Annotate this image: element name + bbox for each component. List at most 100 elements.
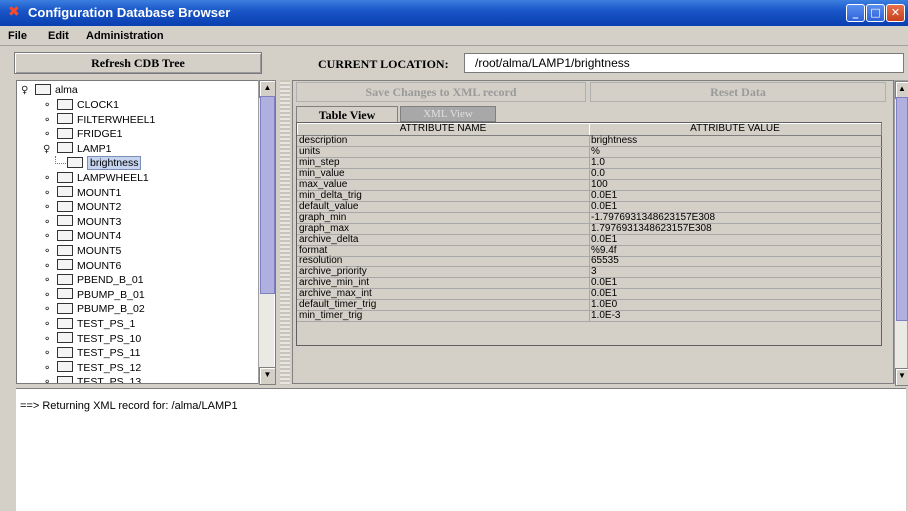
attribute-value-cell[interactable]: 0.0 (589, 168, 881, 179)
attribute-name-cell[interactable]: description (297, 136, 590, 146)
attribute-value-cell[interactable]: 0.0E1 (589, 201, 881, 212)
collapsed-node-icon[interactable]: ⚬ (43, 318, 57, 332)
right-scrollbar[interactable]: ▲ ▼ (894, 80, 908, 386)
table-row[interactable]: archive_max_int 0.0E1 (297, 289, 883, 301)
table-row[interactable]: max_value 100 (297, 179, 883, 191)
table-row[interactable]: description brightness (297, 136, 883, 147)
attribute-value-cell[interactable]: -1.7976931348623157E308 (589, 212, 881, 223)
collapsed-node-icon[interactable]: ⚬ (43, 303, 57, 317)
collapsed-node-icon[interactable]: ⚬ (43, 347, 57, 361)
collapsed-node-icon[interactable]: ⚬ (43, 201, 57, 215)
menu-edit[interactable]: Edit (48, 30, 69, 42)
table-row[interactable]: graph_min -1.7976931348623157E308 (297, 212, 883, 224)
expanded-node-icon[interactable]: ♀ (43, 143, 57, 157)
split-pane-divider[interactable] (280, 80, 290, 385)
attribute-value-cell[interactable]: 1.0E0 (589, 300, 881, 310)
tab-xml-view[interactable]: XML View (400, 106, 496, 122)
attribute-value-cell[interactable]: % (589, 146, 881, 157)
table-row[interactable]: min_delta_trig 0.0E1 (297, 190, 883, 202)
tree-item[interactable]: ♀ LAMP1 (43, 142, 111, 157)
attribute-value-cell[interactable]: 0.0E1 (589, 278, 881, 288)
scroll-thumb[interactable] (260, 96, 275, 294)
attribute-value-cell[interactable]: 1.0 (589, 157, 881, 168)
attribute-name-cell[interactable]: default_timer_trig (297, 300, 590, 311)
scroll-thumb[interactable] (896, 97, 908, 321)
table-row[interactable]: format %9.4f (297, 245, 883, 257)
tree-item[interactable]: ⚬ PBUMP_B_01 (43, 288, 145, 303)
attribute-value-cell[interactable]: 0.0E1 (589, 190, 881, 201)
tree-item[interactable]: ⚬ FRIDGE1 (43, 127, 123, 142)
table-row[interactable]: archive_priority 3 (297, 267, 883, 279)
attribute-name-cell[interactable]: archive_priority (297, 267, 590, 278)
tree-item[interactable]: ⚬ PBEND_B_01 (43, 273, 144, 288)
cdb-tree[interactable]: ♀ alma ⚬ CLOCK1 ⚬ FILTERWHEEL1 ⚬ FRIDGE1 ♀ LAMP1… (16, 80, 276, 384)
close-button[interactable]: ✕ (886, 4, 905, 22)
reset-data-button[interactable]: Reset Data (590, 82, 886, 102)
table-row[interactable]: units% (297, 146, 883, 158)
tree-item[interactable]: ⚬ MOUNT6 (43, 259, 121, 274)
tree-item[interactable]: ⚬ LAMPWHEEL1 (43, 171, 149, 186)
tree-item[interactable]: ⚬ TEST_PS_10 (43, 332, 141, 347)
tree-item[interactable]: ⚬ MOUNT5 (43, 244, 121, 259)
attribute-value-cell[interactable]: 1.7976931348623157E308 (589, 223, 881, 234)
attribute-name-cell[interactable]: resolution (297, 256, 590, 267)
tree-item[interactable]: ⚬ CLOCK1 (43, 98, 119, 113)
tree-item[interactable]: ⚬ PBUMP_B_02 (43, 302, 145, 317)
attribute-name-cell[interactable]: min_timer_trig (297, 311, 590, 322)
menu-file[interactable]: File (8, 30, 27, 42)
collapsed-node-icon[interactable]: ⚬ (43, 128, 57, 142)
expanded-node-icon[interactable]: ♀ (21, 84, 35, 98)
tree-scrollbar[interactable]: ▲ ▼ (258, 80, 276, 385)
current-location-field[interactable]: /root/alma/LAMP1/brightness (464, 53, 904, 73)
table-row[interactable]: archive_delta 0.0E1 (297, 234, 883, 246)
collapsed-node-icon[interactable]: ⚬ (43, 245, 57, 259)
collapsed-node-icon[interactable]: ⚬ (43, 172, 57, 186)
collapsed-node-icon[interactable]: ⚬ (43, 187, 57, 201)
collapsed-node-icon[interactable]: ⚬ (43, 274, 57, 288)
attribute-name-cell[interactable]: archive_delta (297, 234, 590, 245)
attribute-value-cell[interactable]: 3 (589, 267, 881, 277)
table-row[interactable]: default_timer_trig 1.0E0 (297, 300, 883, 312)
collapsed-node-icon[interactable]: ⚬ (43, 114, 57, 128)
scroll-down-icon[interactable]: ▼ (259, 367, 276, 385)
table-row[interactable]: min_timer_trig 1.0E-3 (297, 311, 883, 323)
collapsed-node-icon[interactable]: ⚬ (43, 230, 57, 244)
tree-item[interactable]: ⚬ FILTERWHEEL1 (43, 113, 155, 128)
collapsed-node-icon[interactable]: ⚬ (43, 289, 57, 303)
attribute-value-cell[interactable]: 65535 (589, 256, 881, 266)
tree-item[interactable]: ⚬ TEST_PS_13 (43, 375, 141, 383)
attribute-name-cell[interactable]: min_value (297, 168, 590, 179)
collapsed-node-icon[interactable]: ⚬ (43, 99, 57, 113)
attribute-name-cell[interactable]: units (297, 146, 590, 157)
attribute-value-cell[interactable]: 0.0E1 (589, 234, 881, 245)
tab-table-view[interactable]: Table View (296, 106, 398, 123)
tree-item[interactable]: ⚬ MOUNT4 (43, 229, 121, 244)
table-row[interactable]: archive_min_int 0.0E1 (297, 278, 883, 290)
tree-item[interactable]: ⚬ MOUNT1 (43, 186, 121, 201)
menu-administration[interactable]: Administration (86, 30, 164, 42)
tree-item[interactable]: brightness (55, 156, 142, 171)
collapsed-node-icon[interactable]: ⚬ (43, 376, 57, 383)
save-changes-button[interactable]: Save Changes to XML record (296, 82, 586, 102)
attribute-name-cell[interactable]: min_step (297, 157, 590, 168)
table-row[interactable]: resolution 65535 (297, 256, 883, 268)
tree-item[interactable]: ⚬ TEST_PS_12 (43, 361, 141, 376)
minimize-button[interactable]: _ (846, 4, 865, 22)
attribute-name-cell[interactable]: default_value (297, 201, 590, 212)
collapsed-node-icon[interactable]: ⚬ (43, 362, 57, 376)
attribute-value-cell[interactable]: 1.0E-3 (589, 311, 881, 321)
attribute-value-cell[interactable]: brightness (589, 136, 881, 146)
attribute-value-cell[interactable]: %9.4f (589, 245, 881, 256)
attribute-name-cell[interactable]: min_delta_trig (297, 190, 590, 201)
attribute-name-cell[interactable]: archive_max_int (297, 289, 590, 300)
tree-item[interactable]: ⚬ MOUNT3 (43, 215, 121, 230)
attribute-value-cell[interactable]: 0.0E1 (589, 289, 881, 299)
attribute-name-cell[interactable]: archive_min_int (297, 278, 590, 289)
attribute-name-cell[interactable]: graph_min (297, 212, 590, 223)
tree-item[interactable]: ⚬ TEST_PS_1 (43, 317, 135, 332)
attribute-name-cell[interactable]: graph_max (297, 223, 590, 234)
attribute-table[interactable]: ATTRIBUTE NAME ATTRIBUTE VALUE descripti… (296, 122, 883, 346)
maximize-button[interactable]: □ (866, 4, 885, 22)
refresh-cdb-tree-button[interactable]: Refresh CDB Tree (14, 52, 262, 74)
tree-item[interactable]: ⚬ TEST_PS_11 (43, 346, 140, 361)
